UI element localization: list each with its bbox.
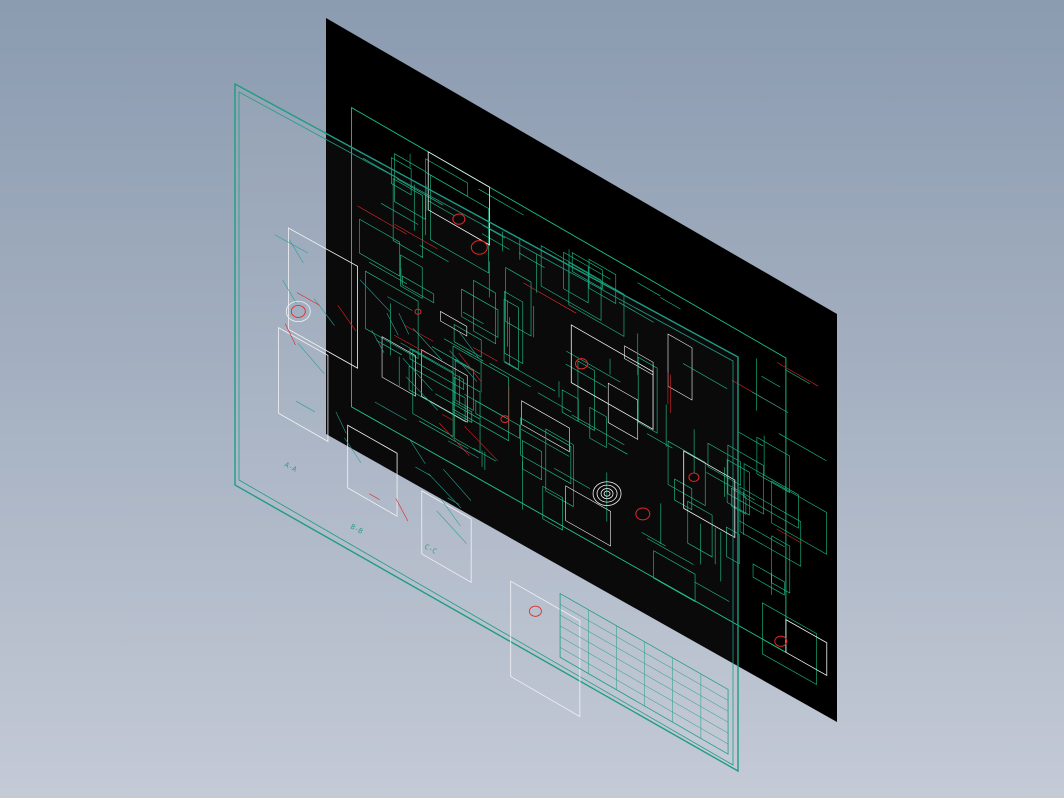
cad-viewport[interactable]: A-A B-B C-C xyxy=(0,0,1064,798)
cad-scene[interactable]: A-A B-B C-C xyxy=(0,0,1064,798)
